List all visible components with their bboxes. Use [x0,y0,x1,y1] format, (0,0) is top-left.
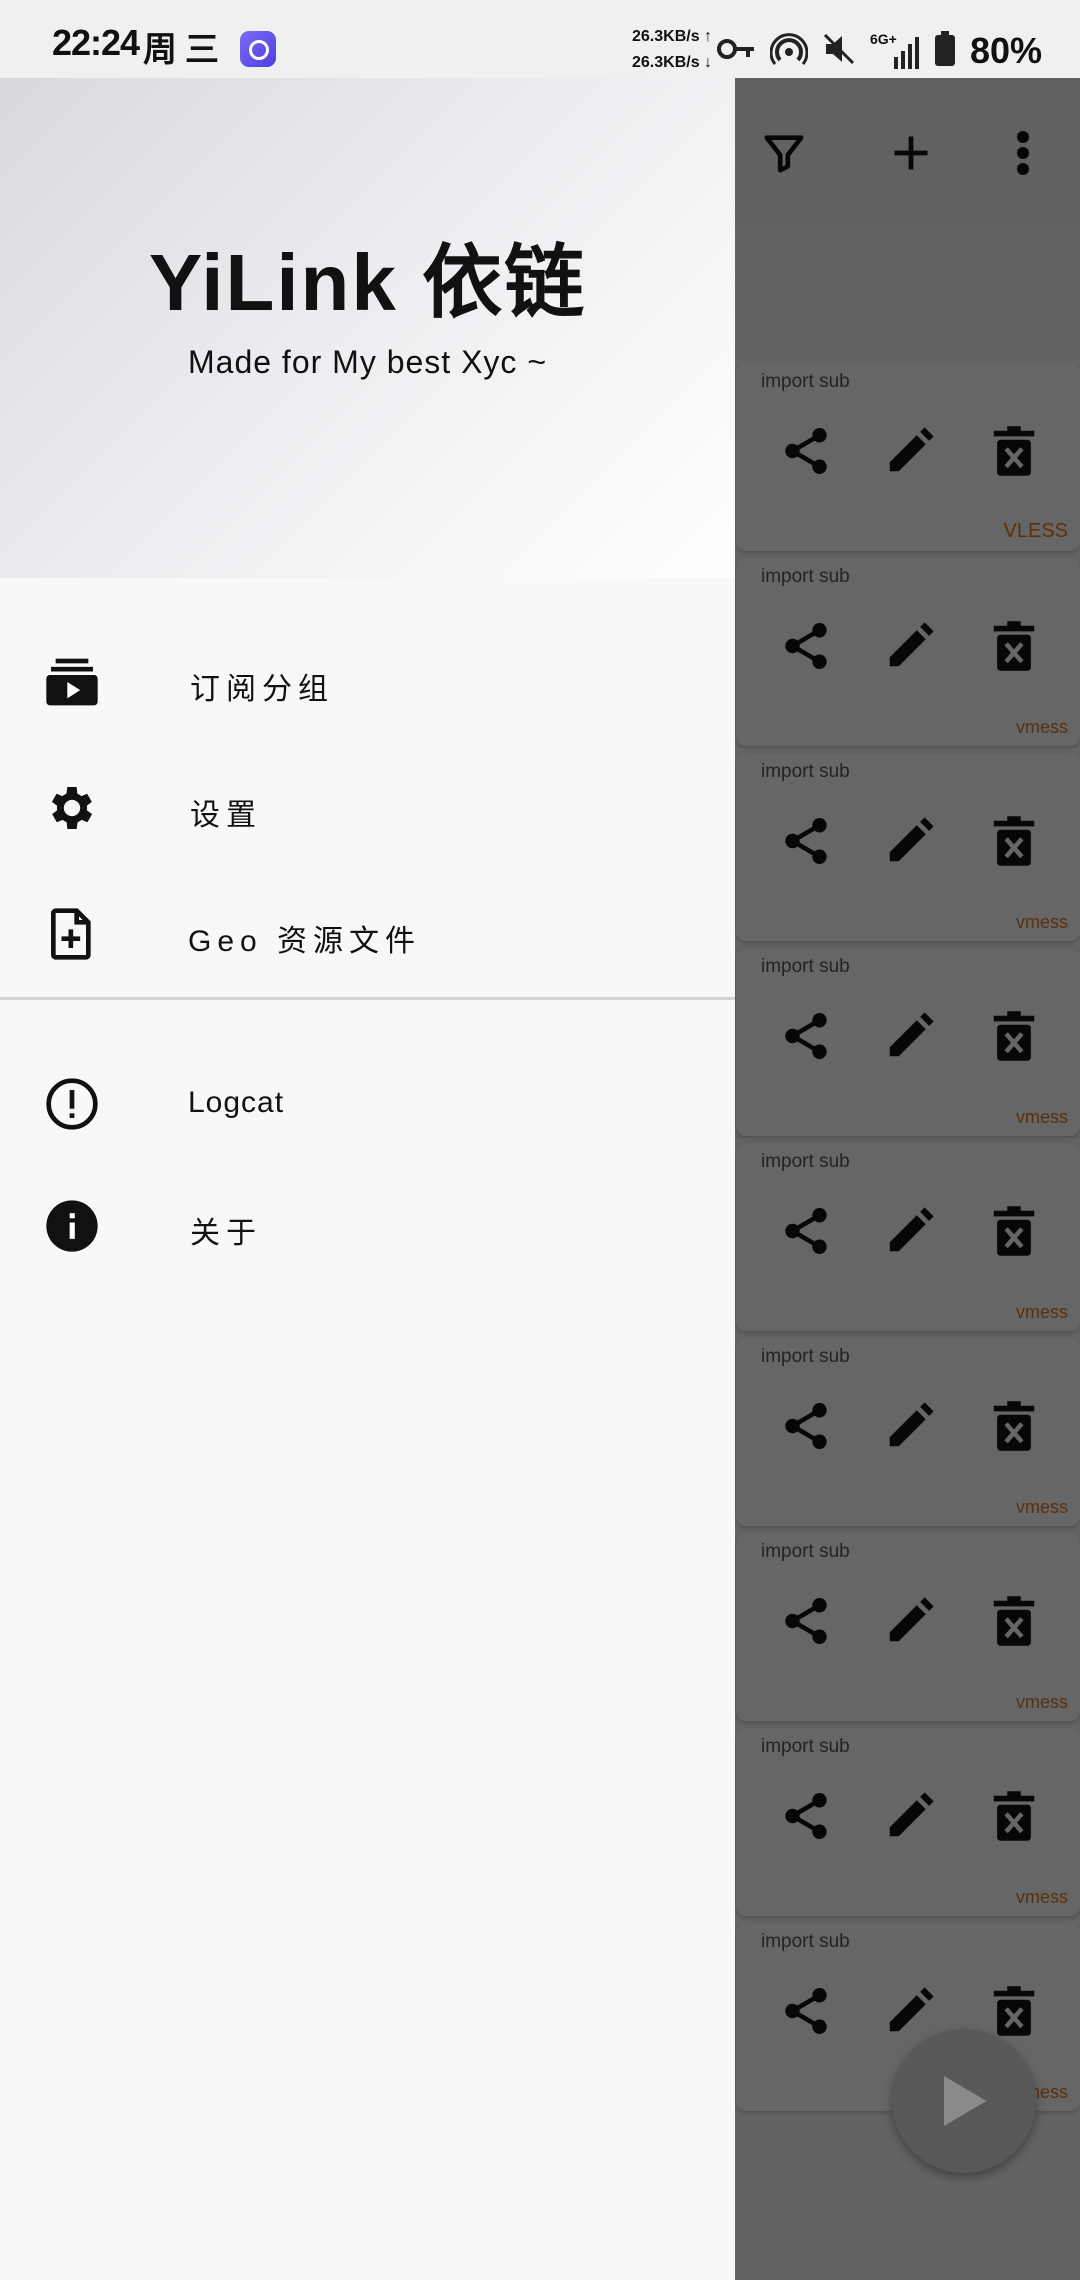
status-icons: 6G+ 80% [716,24,1042,78]
menu-label-about: 关于 [190,1217,262,1250]
hotspot-icon [769,30,809,73]
mute-icon [822,32,856,71]
menu-item-settings[interactable]: 设置 [0,752,735,864]
network-speed: 26.3KB/s ↑ 26.3KB/s ↓ [632,24,712,76]
battery-icon [934,30,956,72]
alert-circle-icon [44,1076,100,1132]
vpn-key-icon [716,34,756,69]
app-subtitle: Made for My best Xyc ~ [187,344,547,380]
notification-app-icon [240,31,276,67]
menu-item-about[interactable]: 关于 [0,1170,735,1282]
play-icon [944,2076,987,2126]
menu-label-subscriptions: 订阅分组 [190,673,334,706]
drawer-header: YiLink 依链 Made for My best Xyc ~ [0,78,735,578]
info-icon [44,1198,100,1254]
net-up-speed: 26.3KB/s ↑ [632,28,713,45]
add-file-icon [44,906,100,962]
status-bar: 22:24 周三 26.3KB/s ↑ 26.3KB/s ↓ 6G+ 80% [0,0,1080,78]
menu-item-logcat[interactable]: Logcat [0,1048,735,1160]
start-vpn-button[interactable] [892,2029,1036,2173]
navigation-drawer: YiLink 依链 Made for My best Xyc ~ 订阅分组 设置… [0,78,735,2280]
menu-label-geo-files: Geo 资源文件 [188,925,422,958]
menu-item-geo-files[interactable]: Geo 资源文件 [0,878,735,990]
settings-gear-icon [44,780,100,836]
subscriptions-icon [44,654,100,710]
status-day: 周三 [143,31,227,69]
menu-label-settings: 设置 [190,799,262,832]
app-title: YiLink 依链 [148,238,587,327]
menu-label-logcat: Logcat [188,1086,285,1119]
menu-item-subscriptions[interactable]: 订阅分组 [0,626,735,738]
net-down-speed: 26.3KB/s ↓ [632,54,713,71]
cell-signal-icon: 6G+ [870,31,920,71]
status-time: 22:24 [52,22,140,63]
menu-divider [0,997,735,1000]
battery-level: 80% [970,30,1043,71]
